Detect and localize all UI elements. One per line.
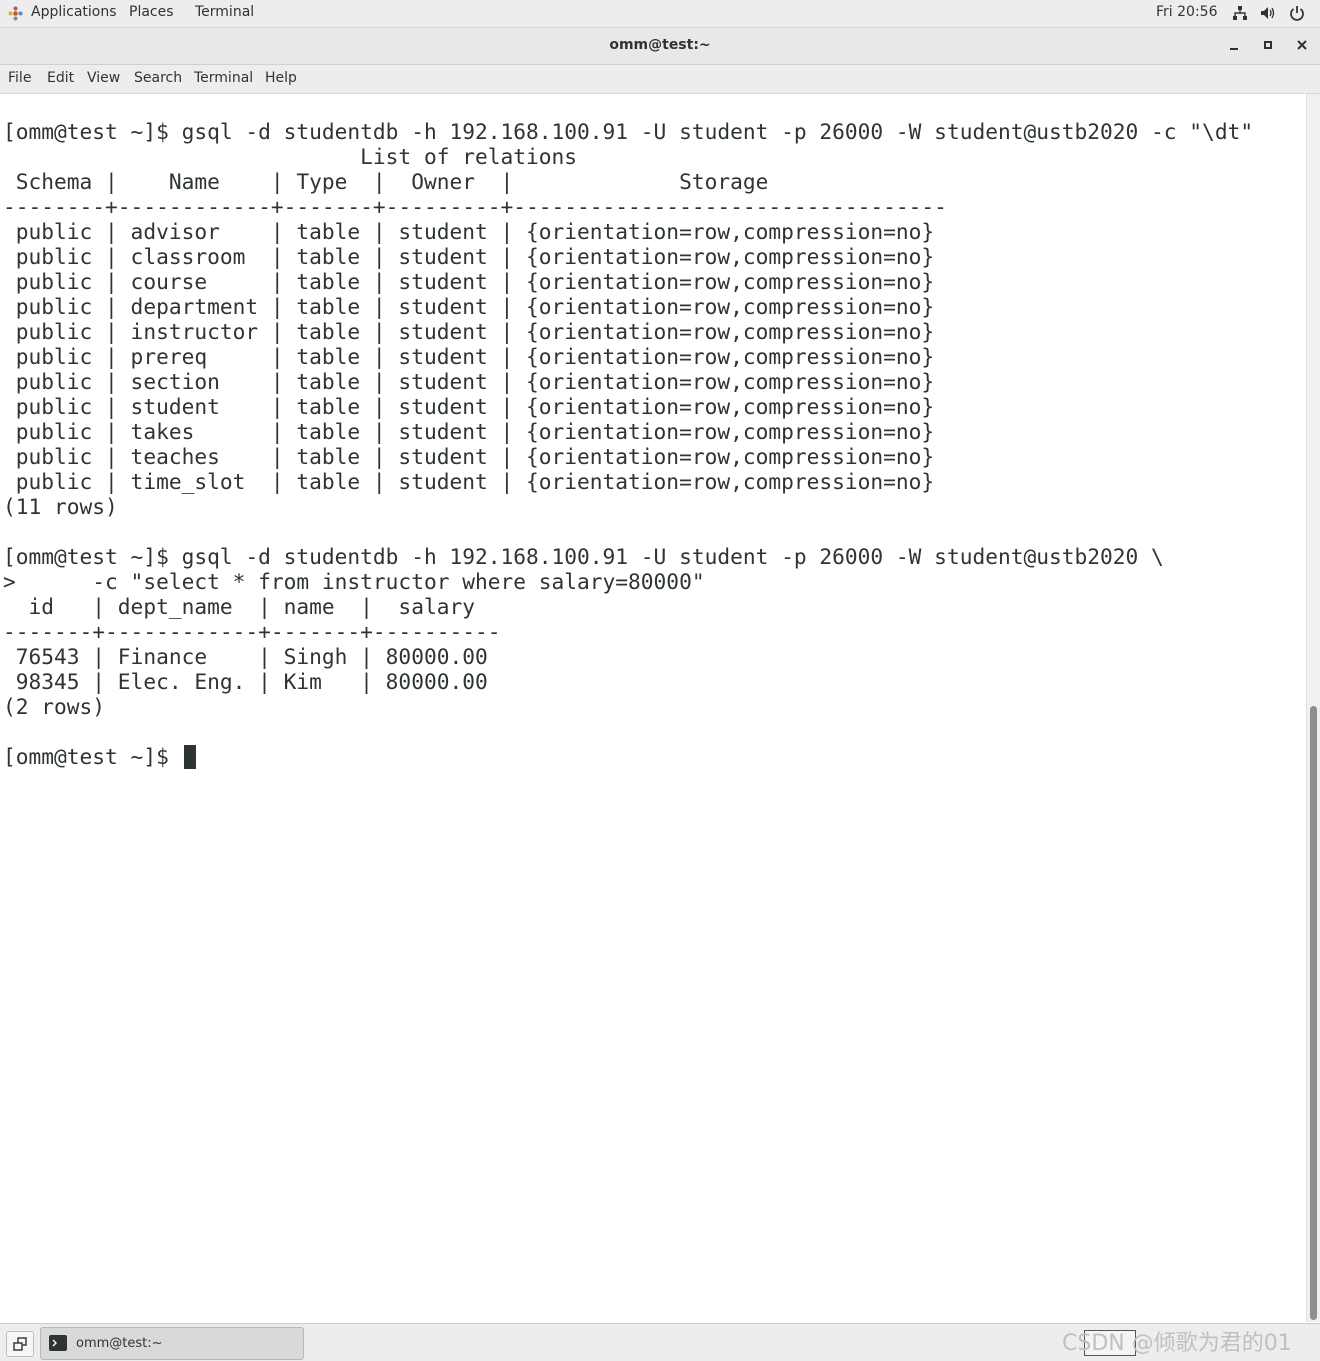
menu-help[interactable]: Help — [265, 70, 297, 86]
terminal-line: public | student | table | student | {or… — [3, 394, 935, 419]
menu-terminal[interactable]: Terminal — [194, 70, 253, 86]
terminal-line: [omm@test ~]$ gsql -d studentdb -h 192.1… — [3, 119, 1254, 144]
minimize-icon[interactable] — [1226, 37, 1242, 53]
applications-icon — [8, 6, 23, 21]
clock[interactable]: Fri 20:56 — [1156, 4, 1217, 20]
taskbar-window-button[interactable]: omm@test:~ — [40, 1327, 304, 1360]
menu-file[interactable]: File — [8, 70, 31, 86]
scrollbar-thumb[interactable] — [1310, 706, 1317, 1320]
terminal-line: 98345 | Elec. Eng. | Kim | 80000.00 — [3, 669, 488, 694]
terminal-line: public | department | table | student | … — [3, 294, 935, 319]
power-icon[interactable] — [1289, 5, 1305, 21]
terminal-line: public | time_slot | table | student | {… — [3, 469, 935, 494]
menubar: File Edit View Search Terminal Help — [0, 65, 1320, 94]
taskbar-window-label: omm@test:~ — [76, 1336, 163, 1351]
terminal-output: [omm@test ~]$ gsql -d studentdb -h 192.1… — [3, 119, 1253, 769]
terminal-line: public | course | table | student | {ori… — [3, 269, 935, 294]
menu-view[interactable]: View — [87, 70, 120, 86]
menu-search[interactable]: Search — [134, 70, 182, 86]
watermark: CSDN @倾歌为君的01 — [1062, 1331, 1292, 1356]
terminal-app-menu[interactable]: Terminal — [195, 4, 254, 20]
menu-edit[interactable]: Edit — [47, 70, 74, 86]
network-icon[interactable] — [1232, 5, 1248, 21]
terminal-line: id | dept_name | name | salary — [3, 594, 475, 619]
terminal-line: (2 rows) — [3, 694, 106, 719]
close-icon[interactable] — [1294, 37, 1310, 53]
terminal-icon — [49, 1335, 67, 1351]
top-panel: Applications Places Terminal Fri 20:56 — [0, 0, 1320, 28]
terminal-line: (11 rows) — [3, 494, 118, 519]
terminal-line: public | takes | table | student | {orie… — [3, 419, 935, 444]
maximize-icon[interactable] — [1260, 37, 1276, 53]
terminal-area[interactable]: [omm@test ~]$ gsql -d studentdb -h 192.1… — [0, 94, 1306, 1322]
places-menu[interactable]: Places — [129, 4, 174, 20]
terminal-line: public | section | table | student | {or… — [3, 369, 935, 394]
terminal-line: [omm@test ~]$ gsql -d studentdb -h 192.1… — [3, 544, 1164, 569]
terminal-line: 76543 | Finance | Singh | 80000.00 — [3, 644, 488, 669]
terminal-line: --------+------------+-------+---------+… — [3, 194, 947, 219]
terminal-line: public | prereq | table | student | {ori… — [3, 344, 935, 369]
terminal-cursor — [184, 745, 196, 769]
window-titlebar[interactable]: omm@test:~ — [0, 28, 1320, 65]
terminal-line: List of relations — [3, 144, 578, 169]
terminal-line: public | classroom | table | student | {… — [3, 244, 935, 269]
terminal-line: public | advisor | table | student | {or… — [3, 219, 935, 244]
applications-menu[interactable]: Applications — [31, 4, 117, 20]
terminal-line: public | instructor | table | student | … — [3, 319, 935, 344]
terminal-line: -------+------------+-------+---------- — [3, 619, 501, 644]
terminal-line: Schema | Name | Type | Owner | Storage — [3, 169, 769, 194]
window-title: omm@test:~ — [609, 37, 711, 53]
volume-icon[interactable] — [1260, 5, 1276, 21]
terminal-line: public | teaches | table | student | {or… — [3, 444, 935, 469]
show-desktop-icon — [13, 1337, 27, 1351]
terminal-line: > -c "select * from instructor where sal… — [3, 569, 705, 594]
show-desktop-button[interactable] — [6, 1331, 34, 1357]
